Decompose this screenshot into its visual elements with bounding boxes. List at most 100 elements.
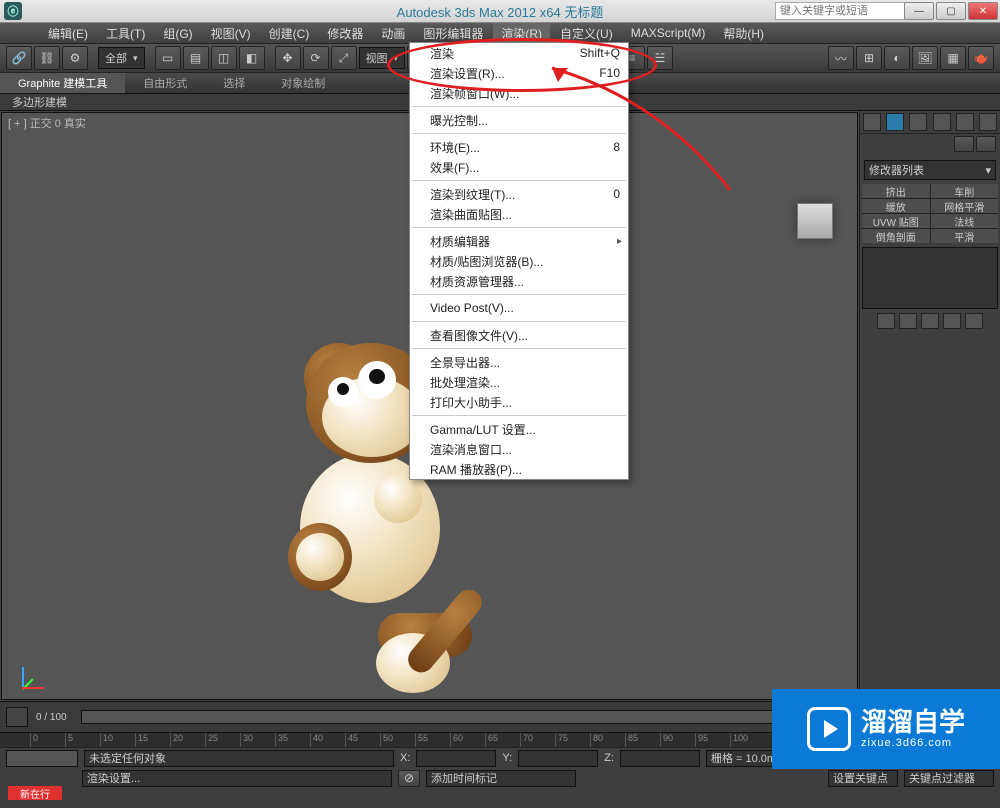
material-editor-icon[interactable]: ◐: [884, 46, 910, 70]
ruler-tick: 75: [555, 733, 568, 747]
menu-item[interactable]: MAXScript(M): [623, 24, 714, 42]
menu-item[interactable]: 自定义(U): [552, 23, 621, 44]
unlink-icon[interactable]: ⛓: [34, 46, 60, 70]
curve-editor-icon[interactable]: 〰: [828, 46, 854, 70]
layers-icon[interactable]: ☱: [647, 46, 673, 70]
close-button[interactable]: ✕: [968, 2, 998, 20]
viewport-label[interactable]: [ + ] 正交 0 真实: [8, 115, 86, 131]
z-input[interactable]: [620, 750, 700, 767]
menu-item[interactable]: 渲染消息窗口...: [410, 439, 628, 459]
modifier-button[interactable]: 网格平滑: [931, 199, 999, 213]
menu-item[interactable]: 全景导出器...: [410, 352, 628, 372]
render-frame-icon[interactable]: ▦: [940, 46, 966, 70]
help-search-input[interactable]: [775, 2, 905, 20]
menu-item[interactable]: 曝光控制...: [410, 110, 628, 130]
schematic-icon[interactable]: ⊞: [856, 46, 882, 70]
ribbon-tab[interactable]: 自由形式: [125, 73, 205, 93]
move-icon[interactable]: ✥: [275, 46, 301, 70]
menu-item[interactable]: 修改器: [319, 23, 371, 44]
modifier-button[interactable]: 平滑: [931, 229, 999, 243]
app-icon[interactable]: ⓔ: [4, 2, 22, 20]
minimize-button[interactable]: —: [904, 2, 934, 20]
menu-item[interactable]: 环境(E)...8: [410, 137, 628, 157]
panel-pin-icon[interactable]: [954, 136, 974, 152]
maximize-button[interactable]: ▢: [936, 2, 966, 20]
link-icon[interactable]: 🔗: [6, 46, 32, 70]
modifier-button[interactable]: 倒角剖面: [862, 229, 930, 243]
pin-stack-icon[interactable]: [877, 313, 895, 329]
menu-item[interactable]: 渲染(R): [493, 23, 550, 44]
add-time-tag[interactable]: 添加时间标记: [426, 770, 576, 787]
ruler-tick: 55: [415, 733, 428, 747]
modifier-list-label: 修改器列表: [869, 162, 924, 178]
setkey-button[interactable]: 设置关键点: [828, 770, 898, 787]
menu-item[interactable]: 材质资源管理器...: [410, 271, 628, 291]
configure-sets-icon[interactable]: [965, 313, 983, 329]
menu-item[interactable]: 渲染设置(R)...F10: [410, 63, 628, 83]
y-input[interactable]: [518, 750, 598, 767]
ribbon-tab[interactable]: Graphite 建模工具: [0, 73, 125, 93]
window-crossing-icon[interactable]: ◧: [239, 46, 265, 70]
modifier-button[interactable]: 车削: [931, 184, 999, 198]
remove-mod-icon[interactable]: [943, 313, 961, 329]
create-tab-icon[interactable]: [863, 113, 881, 131]
menu-item[interactable]: RAM 播放器(P)...: [410, 459, 628, 479]
modifier-button[interactable]: 挤出: [862, 184, 930, 198]
modify-tab-icon[interactable]: [886, 113, 904, 131]
select-icon[interactable]: ▭: [155, 46, 181, 70]
menu-item[interactable]: 组(G): [155, 23, 200, 44]
menu-item[interactable]: 视图(V): [203, 23, 259, 44]
menu-item[interactable]: 编辑(E): [40, 23, 96, 44]
ribbon-tab[interactable]: 对象绘制: [263, 73, 343, 93]
modifier-list-dropdown[interactable]: 修改器列表▾: [864, 160, 996, 180]
display-tab-icon[interactable]: [956, 113, 974, 131]
modifier-button[interactable]: 法线: [931, 214, 999, 228]
menu-item-label: 查看图像文件(V)...: [430, 327, 528, 344]
selection-filter-dropdown[interactable]: 全部: [98, 47, 145, 69]
menu-item[interactable]: 批处理渲染...: [410, 372, 628, 392]
ref-coord-dropdown[interactable]: 视图: [359, 47, 406, 69]
render-setup-icon[interactable]: 🖼: [912, 46, 938, 70]
show-end-icon[interactable]: [899, 313, 917, 329]
utilities-tab-icon[interactable]: [979, 113, 997, 131]
modifier-button[interactable]: 缓放: [862, 199, 930, 213]
select-region-icon[interactable]: ◫: [211, 46, 237, 70]
menu-item[interactable]: 图形编辑器: [415, 23, 491, 44]
x-label: X:: [400, 752, 410, 764]
menu-item[interactable]: 材质编辑器: [410, 231, 628, 251]
modifier-stack[interactable]: [862, 247, 998, 309]
ribbon-tab[interactable]: 选择: [205, 73, 263, 93]
maxscript-tag[interactable]: 新在行: [8, 786, 62, 800]
ruler-tick: 35: [275, 733, 288, 747]
menu-item[interactable]: 帮助(H): [715, 23, 772, 44]
menu-item[interactable]: Gamma/LUT 设置...: [410, 419, 628, 439]
menu-item[interactable]: 动画: [373, 23, 413, 44]
menu-item[interactable]: 渲染到纹理(T)...0: [410, 184, 628, 204]
menu-item[interactable]: 渲染Shift+Q: [410, 43, 628, 63]
viewcube[interactable]: [797, 203, 833, 239]
select-name-icon[interactable]: ▤: [183, 46, 209, 70]
menu-item[interactable]: 创建(C): [261, 23, 318, 44]
bind-icon[interactable]: ⚙: [62, 46, 88, 70]
render-icon[interactable]: 🫖: [968, 46, 994, 70]
motion-tab-icon[interactable]: [933, 113, 951, 131]
hierarchy-tab-icon[interactable]: [909, 113, 927, 131]
script-mini-listener[interactable]: [6, 750, 78, 767]
menu-item[interactable]: 查看图像文件(V)...: [410, 325, 628, 345]
scale-icon[interactable]: ⤢: [331, 46, 357, 70]
modifier-button[interactable]: UVW 贴图: [862, 214, 930, 228]
timeline-config-icon[interactable]: [6, 707, 28, 727]
unique-icon[interactable]: [921, 313, 939, 329]
rotate-icon[interactable]: ⟳: [303, 46, 329, 70]
isolate-icon[interactable]: ⊘: [398, 770, 420, 787]
menu-item[interactable]: Video Post(V)...: [410, 298, 628, 318]
menu-item[interactable]: 渲染帧窗口(W)...: [410, 83, 628, 103]
panel-config-icon[interactable]: [976, 136, 996, 152]
menu-item[interactable]: 打印大小助手...: [410, 392, 628, 412]
x-input[interactable]: [416, 750, 496, 767]
menu-item[interactable]: 渲染曲面贴图...: [410, 204, 628, 224]
menu-item[interactable]: 效果(F)...: [410, 157, 628, 177]
menu-item[interactable]: 材质/贴图浏览器(B)...: [410, 251, 628, 271]
key-filters-button[interactable]: 关键点过滤器: [904, 770, 994, 787]
menu-item[interactable]: 工具(T): [98, 23, 153, 44]
